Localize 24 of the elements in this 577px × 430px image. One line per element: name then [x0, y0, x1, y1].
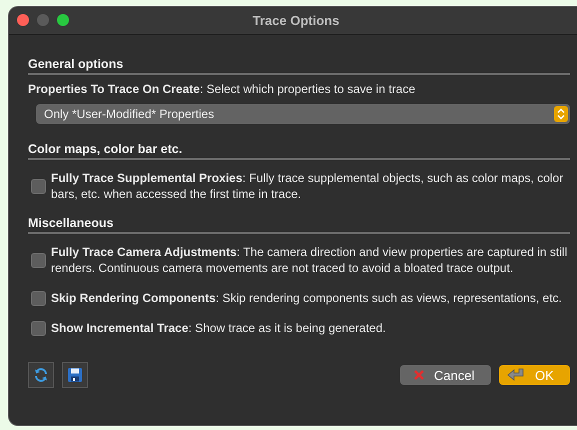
checkbox[interactable]: [31, 320, 46, 336]
section-heading: Color maps, color bar etc.: [28, 142, 570, 160]
option-description: Skip Rendering Components: Skip rendering components such as views, representations, etc.: [51, 290, 562, 306]
section-heading: General options: [28, 57, 570, 75]
checkbox[interactable]: [31, 178, 46, 194]
reset-button[interactable]: [28, 362, 54, 388]
property-label: Properties To Trace On Create: Select which properties to save in trace: [28, 82, 416, 96]
option-description: Fully Trace Supplemental Proxies: Fully trace supplemental objects, such as color maps, color bars, etc. when accessed the first time in trace.: [51, 170, 564, 202]
section-heading: Miscellaneous: [28, 216, 570, 234]
window-title: Trace Options: [252, 13, 340, 28]
properties-dropdown[interactable]: Only *User-Modified* Properties: [36, 104, 570, 124]
close-button[interactable]: [17, 14, 29, 26]
cancel-button[interactable]: Cancel: [400, 365, 491, 385]
save-button[interactable]: [62, 362, 88, 388]
stepper-icon: [554, 106, 568, 122]
refresh-icon: [33, 367, 49, 383]
checkbox[interactable]: [31, 252, 46, 268]
checkbox[interactable]: [31, 290, 46, 306]
return-arrow-icon: [507, 368, 525, 382]
zoom-button[interactable]: [57, 14, 69, 26]
option-description: Show Incremental Trace: Show trace as it is being generated.: [51, 320, 386, 336]
option-description: Fully Trace Camera Adjustments: The camera direction and view properties are captured in still renders. Continuous camera movements are not traced to avoid a bloated trace output.: [51, 244, 568, 276]
cross-icon: [414, 370, 424, 380]
minimize-button[interactable]: [37, 14, 49, 26]
